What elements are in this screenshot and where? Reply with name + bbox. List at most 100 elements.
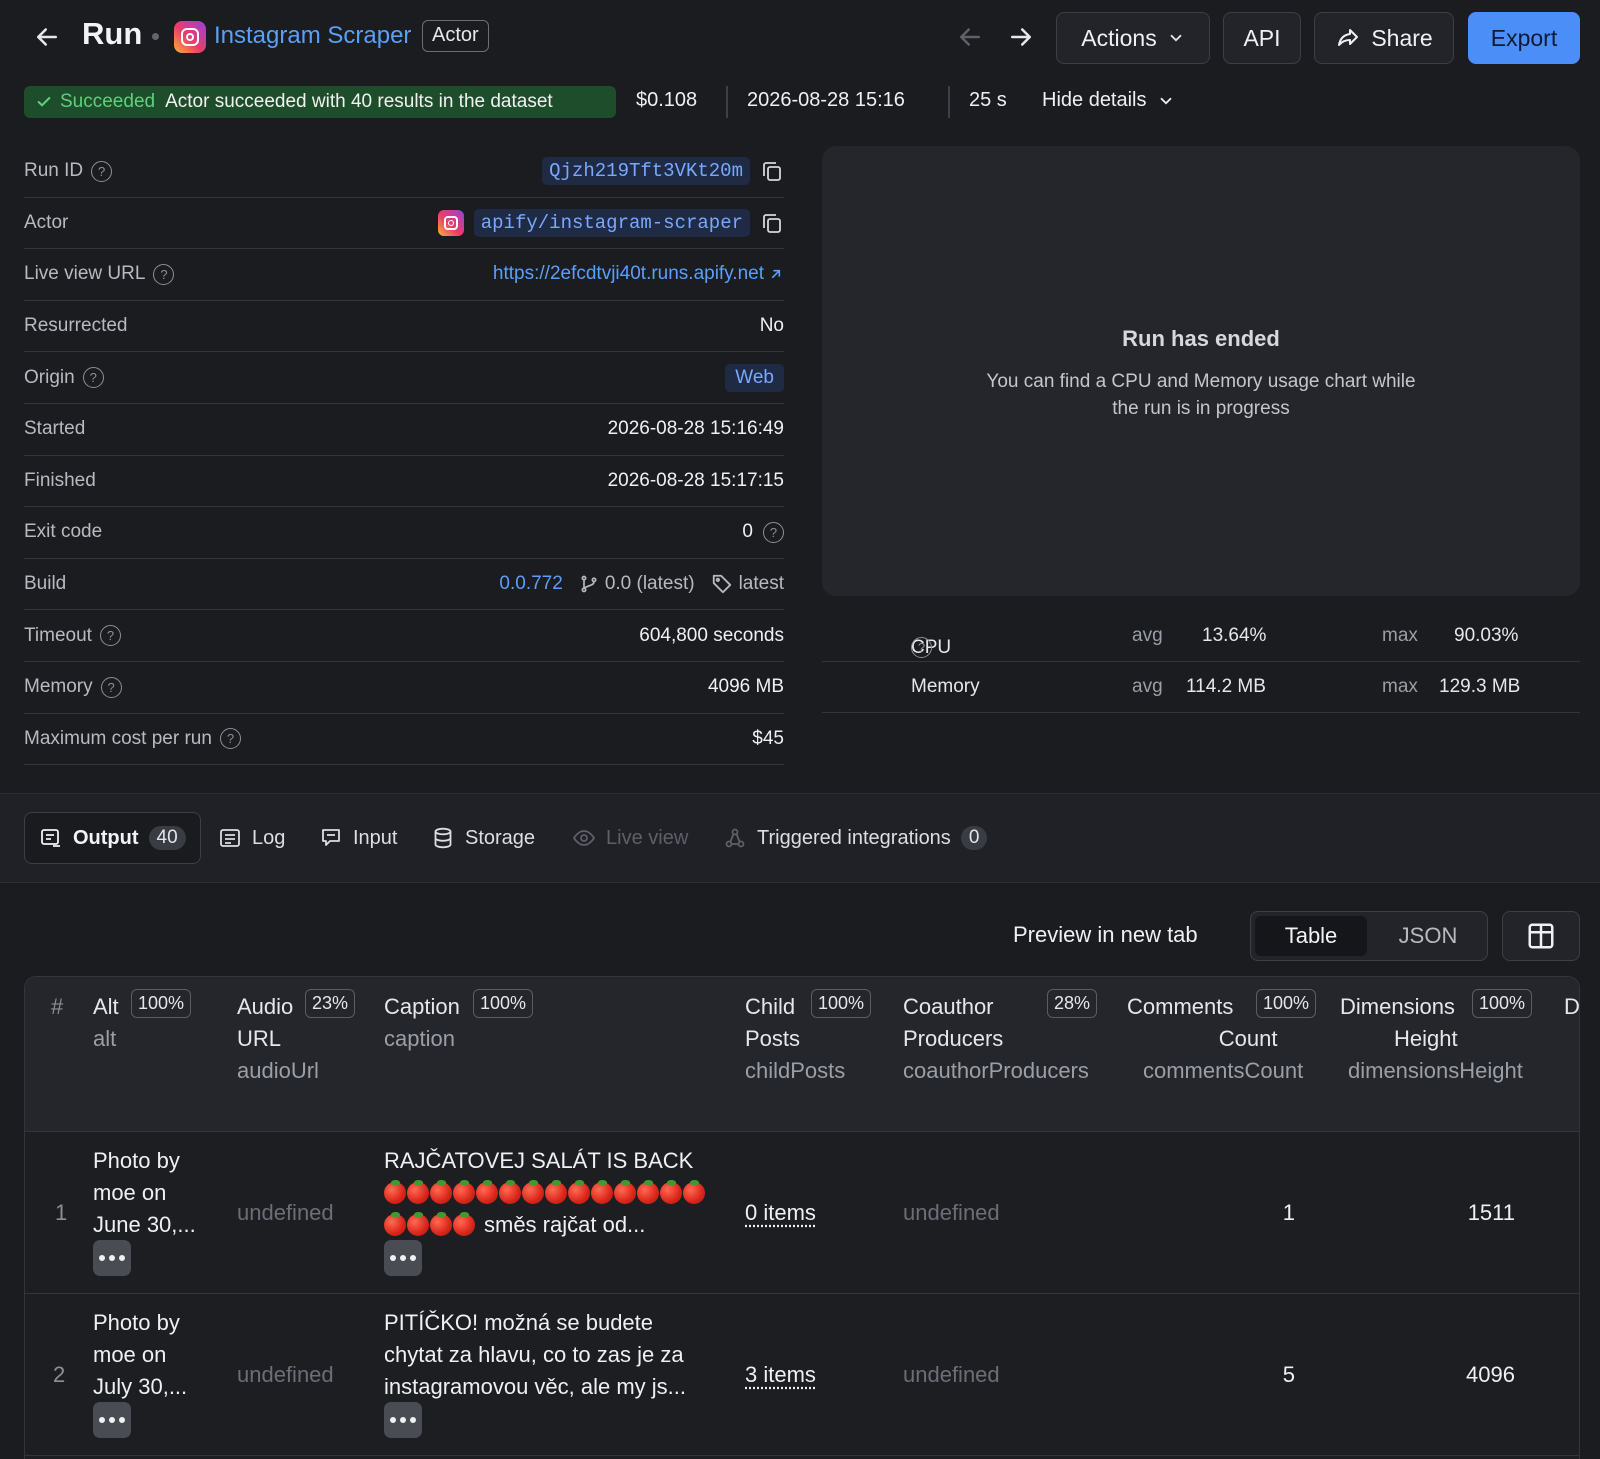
cell-alt: Photo by moe on June 30,... (93, 1145, 196, 1241)
actions-dropdown-button[interactable]: Actions (1056, 12, 1210, 64)
back-arrow-icon[interactable] (32, 22, 62, 52)
tab-storage[interactable]: Storage (431, 812, 535, 864)
cell-text-line: June 30,... (93, 1212, 196, 1237)
tab-log[interactable]: Log (218, 812, 285, 864)
view-table-button[interactable]: Table (1255, 916, 1367, 956)
resurrected-label: Resurrected (24, 315, 128, 337)
copy-icon[interactable] (760, 211, 784, 235)
memory-avg-label: avg (1132, 676, 1163, 697)
view-json-button[interactable]: JSON (1373, 916, 1483, 956)
detail-row-memory: Memory? 4096 MB (24, 662, 784, 714)
column-header-alt[interactable]: Alt alt (93, 991, 119, 1055)
live-view-url-link[interactable]: https://2efcdtvji40t.runs.apify.net (493, 263, 764, 285)
tab-live-view-label: Live view (606, 826, 689, 849)
column-key: alt (93, 1026, 117, 1051)
child-posts-link[interactable]: 3 items (745, 1359, 816, 1391)
run-details-list: Run ID? Qjzh219Tft3VKt20m Actor apify/in… (24, 146, 784, 766)
copy-icon[interactable] (760, 159, 784, 183)
column-title-line2: Height (1394, 1026, 1458, 1051)
cell-dimensions-height: 4096 (1466, 1362, 1515, 1387)
divider (726, 86, 728, 118)
table-header: # Alt alt 100% Audio URL audioUrl 23% Ca… (25, 977, 1579, 1132)
tomato-emoji-row (384, 1177, 705, 1209)
tab-output[interactable]: Output 40 (24, 812, 201, 864)
cell-audio-url: undefined (237, 1200, 334, 1225)
status-badge: Succeeded Actor succeeded with 40 result… (24, 86, 616, 118)
integrations-count-badge: 0 (960, 826, 988, 850)
timeout-value: 604,800 seconds (639, 624, 784, 646)
external-link-icon[interactable] (768, 266, 784, 282)
expand-cell-button[interactable] (384, 1402, 422, 1438)
detail-row-timeout: Timeout? 604,800 seconds (24, 610, 784, 662)
actions-label: Actions (1081, 24, 1157, 51)
previous-run-arrow-icon[interactable] (955, 22, 985, 52)
build-version-link[interactable]: 0.0.772 (499, 573, 562, 595)
max-cost-label: Maximum cost per run (24, 727, 212, 749)
memory-label: Memory (24, 676, 93, 698)
tab-triggered-integrations[interactable]: Triggered integrations 0 (723, 812, 988, 864)
chevron-down-icon (1160, 97, 1171, 105)
origin-label: Origin (24, 366, 75, 388)
hide-details-toggle[interactable]: Hide details (1042, 89, 1175, 112)
help-icon[interactable]: ? (763, 521, 784, 543)
help-icon[interactable]: ? (82, 367, 104, 389)
exit-code-value: 0 (742, 521, 753, 543)
cpu-avg-value: 13.64% (1202, 625, 1267, 646)
help-icon[interactable]: ? (100, 676, 122, 698)
cell-text-line: moe on (93, 1342, 167, 1367)
detail-row-build: Build 0.0.772 0.0 (latest) latest (24, 559, 784, 611)
title-separator-dot (152, 33, 159, 40)
column-fill-badge: 23% (305, 989, 356, 1018)
cell-text-line: PITÍČKO! možná se budete (384, 1310, 654, 1335)
tab-input[interactable]: Input (319, 812, 397, 864)
cell-caption: PITÍČKO! možná se budete chytat za hlavu… (384, 1307, 686, 1403)
actor-id-link[interactable]: apify/instagram-scraper (473, 208, 750, 237)
next-run-arrow-icon[interactable] (1006, 22, 1036, 52)
instagram-logo-icon (174, 21, 206, 53)
run-cost: $0.108 (636, 89, 698, 111)
preview-in-new-tab-link[interactable]: Preview in new tab (1013, 922, 1198, 948)
expand-cell-button[interactable] (93, 1240, 131, 1276)
column-fill-badge: 100% (1472, 989, 1533, 1018)
help-icon[interactable]: ? (153, 263, 175, 285)
run-datetime: 2026-08-28 15:16 (747, 89, 905, 111)
help-icon[interactable]: ? (99, 625, 121, 647)
cpu-max-label: max (1382, 625, 1418, 646)
dataset-table: # Alt alt 100% Audio URL audioUrl 23% Ca… (24, 976, 1580, 1459)
column-layout-button[interactable] (1502, 911, 1580, 961)
tab-output-label: Output (73, 826, 139, 849)
export-button[interactable]: Export (1468, 12, 1580, 64)
expand-cell-button[interactable] (384, 1240, 422, 1276)
help-icon[interactable]: ? (219, 728, 241, 750)
tab-input-label: Input (353, 826, 398, 849)
detail-row-origin: Origin? Web (24, 352, 784, 404)
cell-text-line: směs rajčat od... (484, 1212, 646, 1237)
detail-row-resurrected: Resurrected No (24, 301, 784, 353)
started-value: 2026-08-28 15:16:49 (607, 418, 784, 440)
build-label: Build (24, 573, 67, 595)
usage-chart-panel: Run has ended You can find a CPU and Mem… (822, 146, 1580, 596)
column-key: caption (384, 1026, 455, 1051)
table-row: 1 Photo by moe on June 30,... undefined … (25, 1132, 1579, 1294)
column-header-truncated[interactable]: D (1564, 991, 1579, 1023)
view-mode-toggle: Table JSON (1250, 911, 1488, 961)
column-header-caption[interactable]: Caption caption (384, 991, 460, 1055)
help-icon[interactable]: ? (91, 160, 113, 182)
memory-usage-row: Memory avg 114.2 MB max 129.3 MB (822, 662, 1580, 713)
status-message: Actor succeeded with 40 results in the d… (165, 91, 553, 112)
memory-avg-value: 114.2 MB (1186, 676, 1266, 697)
help-icon[interactable]: ? (911, 637, 932, 658)
finished-value: 2026-08-28 15:17:15 (607, 469, 784, 491)
cell-text-line: July 30,... (93, 1374, 188, 1399)
child-posts-link[interactable]: 0 items (745, 1197, 816, 1229)
expand-cell-button[interactable] (93, 1402, 131, 1438)
actor-name-link[interactable]: Instagram Scraper (214, 22, 411, 50)
actor-badge: Actor (422, 20, 489, 52)
api-button[interactable]: API (1223, 12, 1301, 64)
chevron-down-icon (1170, 34, 1182, 42)
share-button[interactable]: Share (1314, 12, 1454, 64)
cpu-usage-row: CPU ? avg 13.64% max 90.03% (822, 611, 1580, 662)
tag-icon (712, 574, 731, 594)
build-branch: 0.0 (latest) (604, 573, 695, 595)
detail-row-started: Started 2026-08-28 15:16:49 (24, 404, 784, 456)
